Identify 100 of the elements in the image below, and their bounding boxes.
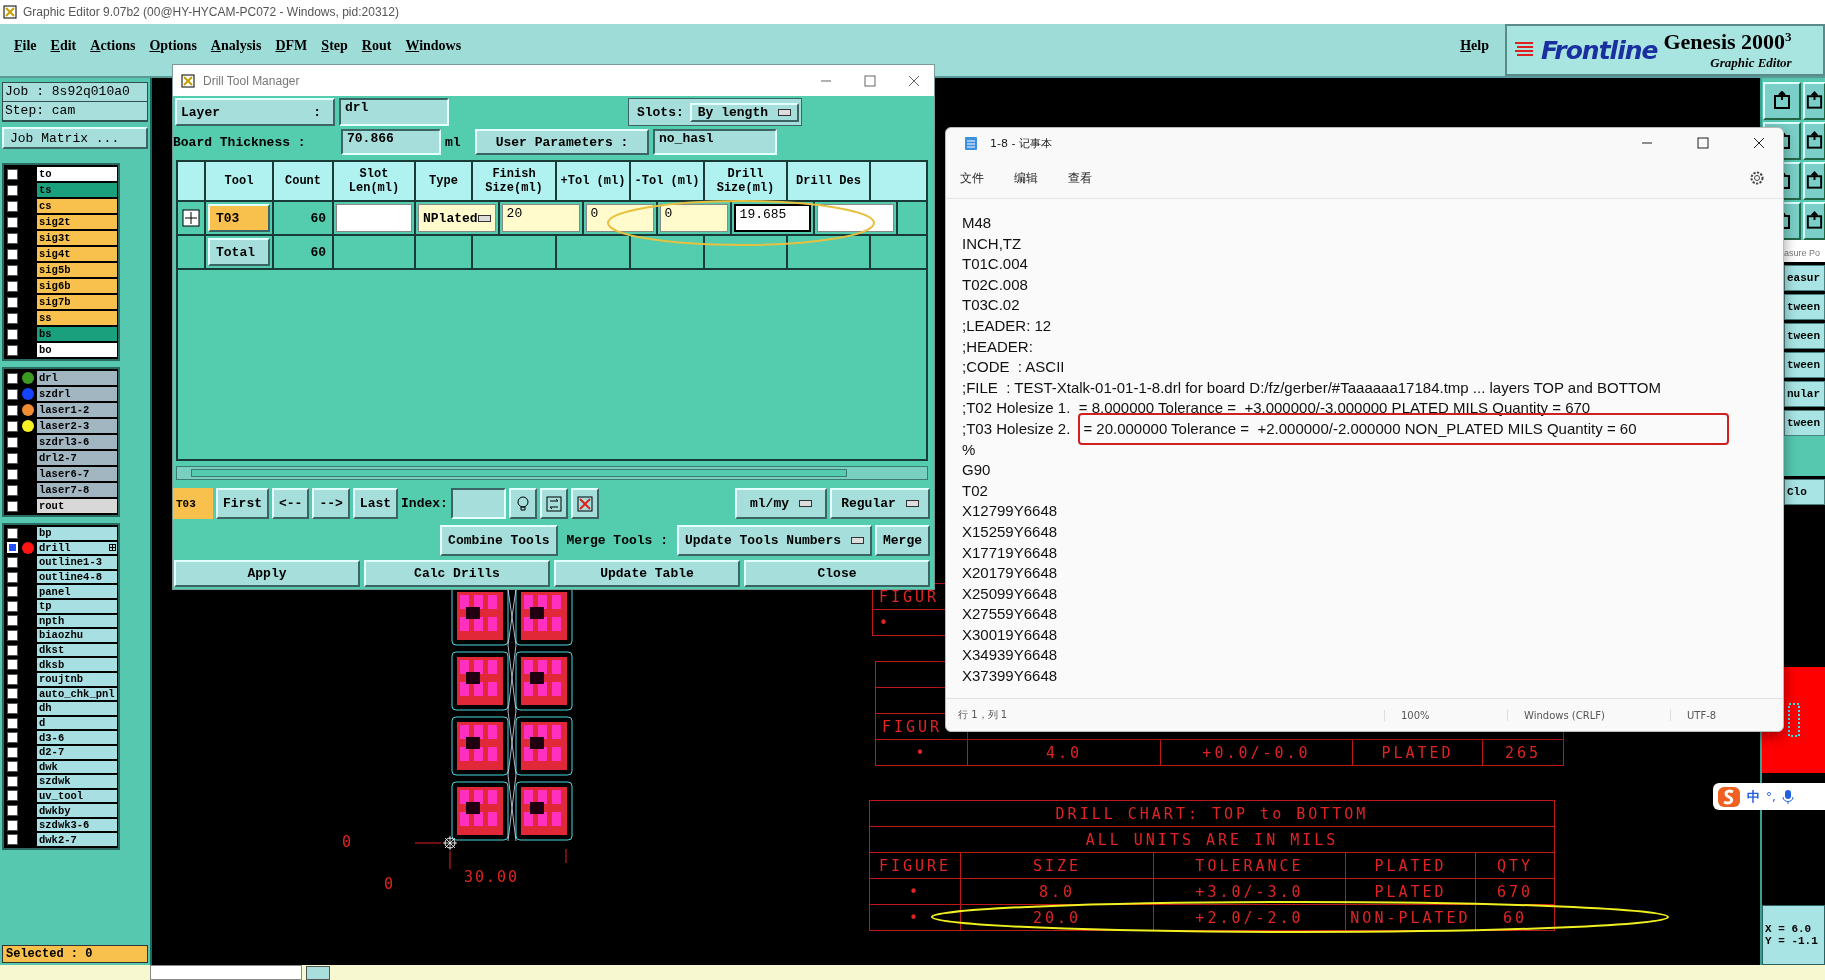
layer-checkbox[interactable] [6, 659, 18, 671]
layer-name[interactable]: biaozhu [36, 628, 118, 643]
layer-checkbox[interactable] [6, 819, 18, 831]
truncated-button[interactable]: Clo [1784, 479, 1825, 505]
layer-name[interactable]: ss [36, 310, 118, 326]
menu-item[interactable]: Windows [405, 38, 462, 54]
menu-item[interactable]: 编辑 [1014, 169, 1038, 187]
menu-item[interactable]: Analysis [210, 38, 262, 54]
table-field[interactable]: 19.685 [733, 204, 811, 232]
layer-checkbox[interactable] [6, 216, 18, 228]
tool-name[interactable]: Total [208, 238, 270, 266]
layer-checkbox[interactable] [6, 761, 18, 773]
measure-option[interactable]: easur [1784, 265, 1825, 291]
expand-icon[interactable] [182, 209, 200, 227]
layer-name[interactable]: laser6-7 [36, 466, 118, 482]
layer-checkbox[interactable] [6, 296, 18, 308]
parameters-field[interactable]: no_hasl [653, 129, 777, 155]
delete-button[interactable] [570, 488, 599, 519]
layer-checkbox[interactable] [6, 615, 18, 627]
layer-name[interactable]: sig6b [36, 278, 118, 294]
close-icon[interactable] [1753, 137, 1765, 149]
layer-name[interactable]: dh [36, 701, 118, 716]
user-parameters-button[interactable]: User Parameters : [475, 129, 649, 155]
layer-checkbox[interactable] [6, 775, 18, 787]
layer-checkbox[interactable] [6, 586, 18, 598]
bulb-button[interactable] [508, 488, 537, 519]
layer-checkbox[interactable] [6, 248, 18, 260]
layer-name[interactable]: bs [36, 326, 118, 342]
action-button[interactable]: Update Table [554, 560, 740, 587]
layer-checkbox[interactable] [6, 280, 18, 292]
text-editor[interactable] [946, 199, 1783, 698]
layer-checkbox[interactable] [6, 571, 18, 583]
layer-name[interactable]: bp [36, 526, 118, 541]
layer-checkbox[interactable] [6, 344, 18, 356]
thickness-field[interactable]: 70.866 [341, 129, 441, 155]
swap-button[interactable] [539, 488, 568, 519]
layer-name[interactable]: sig4t [36, 246, 118, 262]
layer-name[interactable]: outline1-3 [36, 555, 118, 570]
layer-name[interactable]: szdwk [36, 774, 118, 789]
layer-name[interactable]: cs [36, 198, 118, 214]
toolbar-button[interactable] [306, 965, 330, 980]
layer-name[interactable]: sig3t [36, 230, 118, 246]
layer-name[interactable]: szdrl3-6 [36, 434, 118, 450]
layer-name[interactable]: laser1-2 [36, 402, 118, 418]
maximize-icon[interactable] [864, 74, 876, 87]
layer-checkbox[interactable] [6, 500, 18, 512]
punctuation-mode[interactable]: °, [1766, 789, 1776, 804]
layer-name[interactable]: laser7-8 [36, 482, 118, 498]
menu-item[interactable]: Edit [50, 38, 77, 54]
layer-checkbox[interactable] [6, 388, 18, 400]
layer-checkbox[interactable] [6, 372, 18, 384]
layer-checkbox[interactable] [6, 688, 18, 700]
layer-checkbox[interactable] [6, 468, 18, 480]
layer-name[interactable]: laser2-3 [36, 418, 118, 434]
input-mode[interactable]: 中 [1747, 787, 1760, 806]
measure-option[interactable]: tween [1784, 410, 1825, 436]
microphone-icon[interactable] [1781, 788, 1794, 805]
layer-checkbox[interactable] [6, 328, 18, 340]
table-field[interactable]: 0 [585, 204, 654, 232]
layer-name[interactable]: panel [36, 584, 118, 599]
navigation-button[interactable]: <-- [272, 488, 310, 519]
layer-checkbox[interactable] [6, 732, 18, 744]
layer-checkbox[interactable] [6, 452, 18, 464]
layer-name[interactable]: to [36, 166, 118, 182]
layer-checkbox[interactable] [6, 312, 18, 324]
action-button[interactable]: Calc Drills [364, 560, 550, 587]
input-field[interactable] [150, 965, 302, 980]
layer-checkbox[interactable] [6, 184, 18, 196]
menu-item[interactable]: Step [321, 38, 348, 54]
table-field[interactable]: 20 [501, 204, 580, 232]
action-button[interactable]: Close [744, 560, 930, 587]
layer-checkbox[interactable] [6, 264, 18, 276]
merge-button[interactable]: Merge [875, 525, 930, 556]
layer-checkbox[interactable] [6, 600, 18, 612]
layer-name[interactable]: ts [36, 182, 118, 198]
job-matrix-button[interactable]: Job Matrix ... [2, 127, 148, 149]
navigation-button[interactable]: --> [312, 488, 350, 519]
units-dropdown[interactable]: ml/my [735, 488, 827, 519]
measure-option[interactable]: tween [1784, 294, 1825, 320]
menu-item[interactable]: 文件 [960, 169, 984, 187]
layer-checkbox[interactable] [6, 790, 18, 802]
menu-item[interactable]: Actions [90, 38, 136, 54]
layer-name[interactable]: rout [36, 498, 118, 514]
action-button[interactable]: Apply [174, 560, 360, 587]
menu-item[interactable]: DFM [275, 38, 308, 54]
menu-item[interactable]: 查看 [1068, 169, 1092, 187]
layer-checkbox[interactable] [6, 834, 18, 846]
layer-name[interactable]: dksb [36, 657, 118, 672]
layer-name[interactable]: dwkby [36, 803, 118, 818]
type-dropdown[interactable]: NPlated [418, 204, 496, 232]
layer-checkbox[interactable] [6, 420, 18, 432]
measure-option[interactable]: tween [1784, 352, 1825, 378]
maximize-icon[interactable] [1697, 137, 1709, 149]
slots-dropdown[interactable]: By length [689, 102, 799, 122]
layer-checkbox[interactable] [6, 702, 18, 714]
layer-name[interactable]: drl2-7 [36, 450, 118, 466]
settings-icon[interactable] [1749, 170, 1765, 186]
layer-checkbox[interactable] [6, 673, 18, 685]
menu-item[interactable]: File [14, 38, 37, 54]
layer-checkbox[interactable] [6, 644, 18, 656]
